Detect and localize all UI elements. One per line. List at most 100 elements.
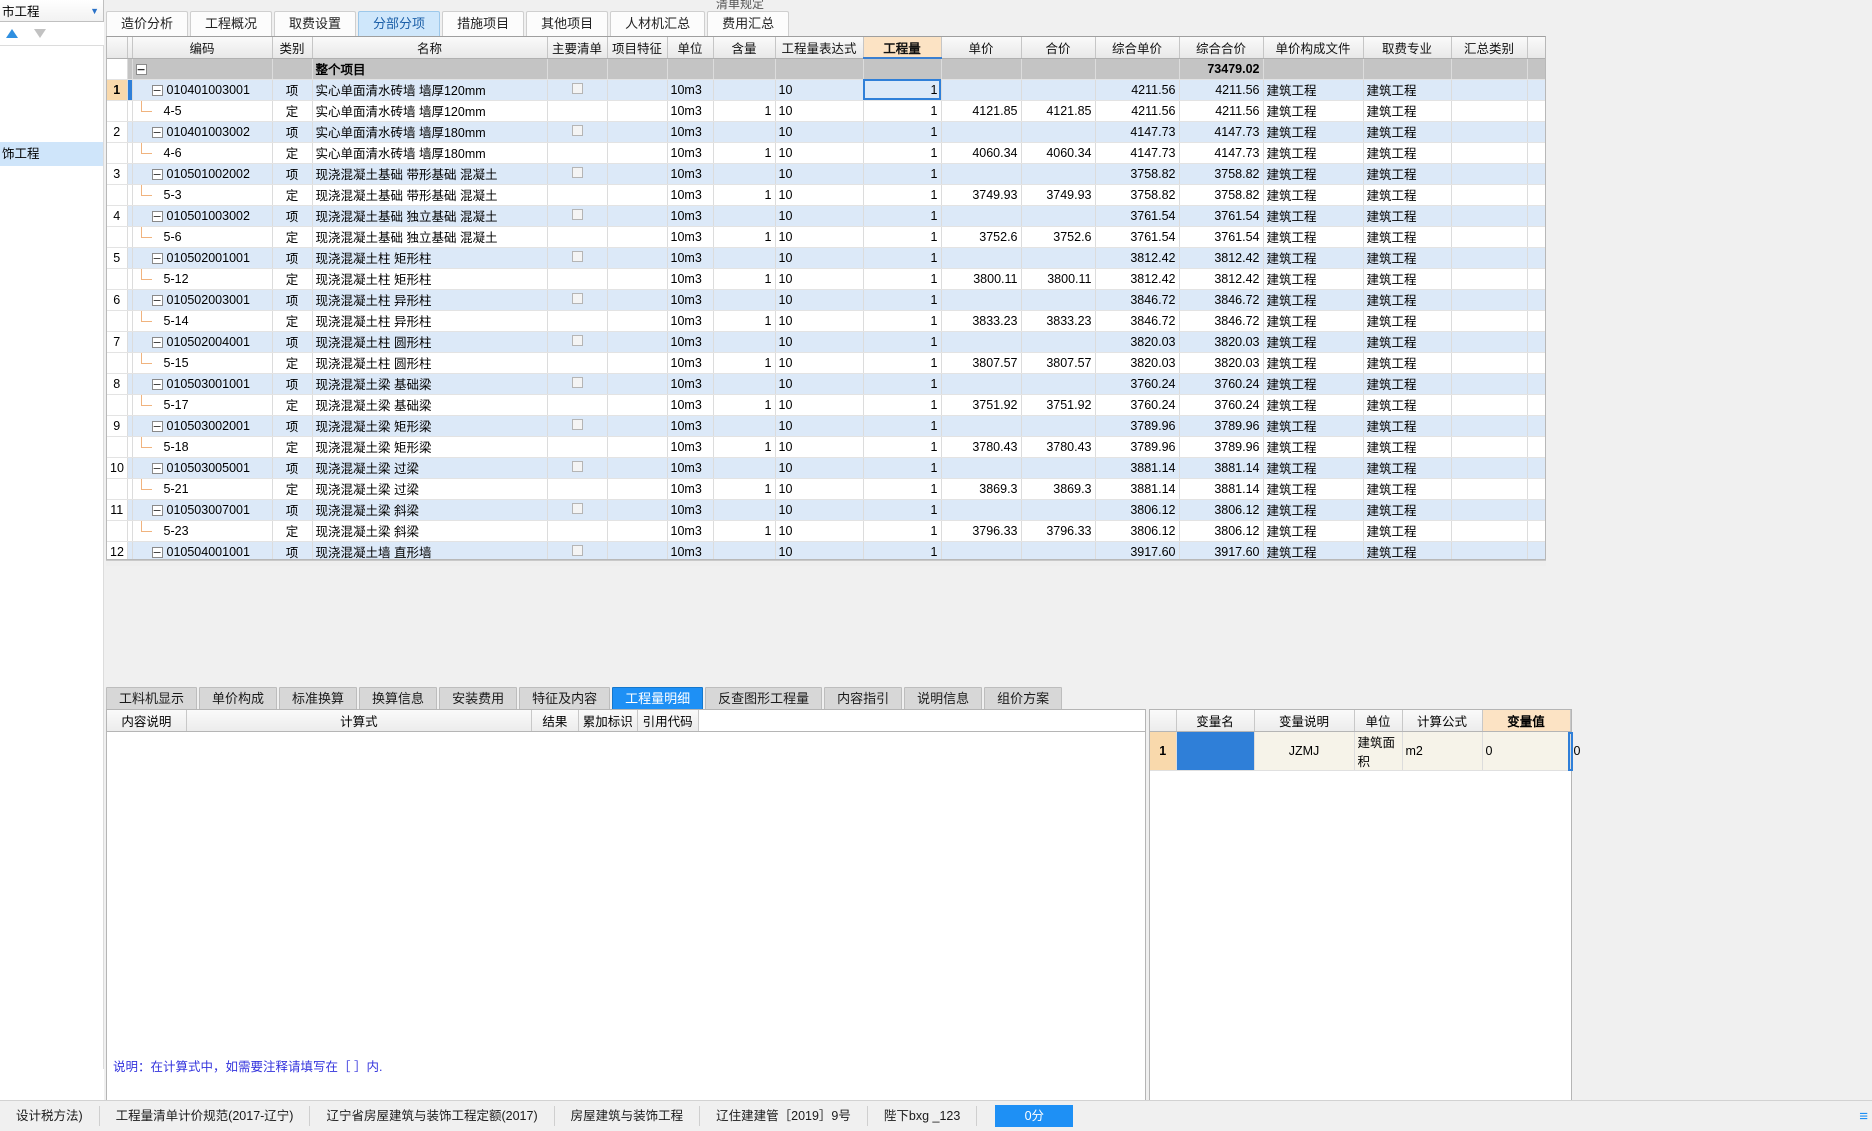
row-index[interactable]: 2 [107, 121, 128, 143]
cell-mainlist[interactable] [547, 457, 608, 479]
variable-col-header-1[interactable]: 变量名 [1176, 710, 1255, 732]
cell-name[interactable]: 实心单面清水砖墙 墙厚120mm [312, 79, 548, 101]
cell-name[interactable]: 现浇混凝土梁 过梁 [312, 478, 548, 500]
cell-unit[interactable]: 10m3 [667, 268, 714, 290]
cell-remark[interactable] [1527, 142, 1545, 164]
cell-code[interactable]: −010503007001 [132, 499, 273, 521]
cell-content[interactable]: 1 [713, 478, 776, 500]
cell-code[interactable]: −010503005001 [132, 457, 273, 479]
cell-total[interactable]: 3780.43 [1021, 436, 1096, 458]
cell-compprice[interactable]: 4211.56 [1095, 79, 1180, 101]
cell-comptotal[interactable]: 3846.72 [1179, 289, 1264, 311]
cell-name[interactable]: 现浇混凝土基础 带形基础 混凝土 [312, 163, 548, 185]
cell-unit[interactable]: 10m3 [667, 142, 714, 164]
cell-total[interactable]: 4121.85 [1021, 100, 1096, 122]
cell-feature[interactable] [607, 121, 668, 143]
cell-content[interactable] [713, 289, 776, 311]
col-header-feature[interactable]: 项目特征 [607, 37, 668, 59]
cell-name[interactable]: 现浇混凝土基础 独立基础 混凝土 [312, 226, 548, 248]
cell-total[interactable] [1021, 415, 1096, 437]
cell-pricefile[interactable]: 建筑工程 [1263, 520, 1364, 542]
detail-col-header-1[interactable]: 计算式 [186, 710, 533, 732]
variable-col-header-5[interactable]: 变量值 [1482, 710, 1571, 732]
cell-mainlist[interactable] [547, 478, 608, 500]
cell-compprice[interactable] [1095, 58, 1180, 80]
cell-content[interactable] [713, 79, 776, 101]
row-index[interactable]: 9 [107, 415, 128, 437]
cell-remark[interactable] [1527, 331, 1545, 353]
cell-compprice[interactable]: 3760.24 [1095, 373, 1180, 395]
cell-mainlist[interactable] [547, 247, 608, 269]
cell-content[interactable] [713, 373, 776, 395]
cell-feepro[interactable]: 建筑工程 [1363, 541, 1452, 559]
cell-price[interactable] [941, 415, 1022, 437]
main-list-checkbox[interactable] [571, 376, 583, 388]
cell-total[interactable] [1021, 205, 1096, 227]
cell-code[interactable]: 4-5 [132, 100, 273, 122]
cell-total[interactable] [1021, 121, 1096, 143]
cell-compprice[interactable]: 3812.42 [1095, 247, 1180, 269]
cell-sumtype[interactable] [1451, 352, 1528, 374]
cell-comptotal[interactable]: 3789.96 [1179, 415, 1264, 437]
collapse-icon[interactable]: − [151, 504, 163, 516]
status-item-4[interactable]: 辽住建建管［2019］9号 [700, 1106, 868, 1126]
cell-content[interactable]: 1 [713, 142, 776, 164]
project-tree-item[interactable] [0, 94, 103, 118]
row-index[interactable]: 8 [107, 373, 128, 395]
cell-compprice[interactable]: 3846.72 [1095, 310, 1180, 332]
score-badge[interactable]: 0分 [995, 1105, 1074, 1127]
detail-col-header-4[interactable]: 引用代码 [637, 710, 699, 732]
cell-sumtype[interactable] [1451, 205, 1528, 227]
cell-mainlist[interactable] [547, 205, 608, 227]
cell-name[interactable]: 现浇混凝土梁 基础梁 [312, 394, 548, 416]
cell-comptotal[interactable]: 3758.82 [1179, 163, 1264, 185]
table-row[interactable]: 2−010401003002 项实心单面清水砖墙 墙厚180mm 10m3 10 1 41… [107, 121, 1545, 143]
cell-remark[interactable] [1527, 58, 1545, 80]
row-index[interactable] [107, 310, 128, 332]
cell-qty[interactable]: 1 [863, 268, 942, 290]
cell-mainlist[interactable] [547, 394, 608, 416]
cell-qty[interactable]: 1 [863, 100, 942, 122]
cell-category[interactable]: 定 [272, 310, 313, 332]
cell-remark[interactable] [1527, 163, 1545, 185]
cell-feepro[interactable]: 建筑工程 [1363, 142, 1452, 164]
cell-total[interactable] [1021, 457, 1096, 479]
cell-sumtype[interactable] [1451, 100, 1528, 122]
cell-pricefile[interactable]: 建筑工程 [1263, 121, 1364, 143]
col-header-qty[interactable]: 工程量 [863, 37, 942, 59]
col-header-unit[interactable]: 单位 [667, 37, 714, 59]
cell-compprice[interactable]: 3806.12 [1095, 520, 1180, 542]
cell-price[interactable]: 3749.93 [941, 184, 1022, 206]
cell-category[interactable]: 项 [272, 289, 313, 311]
cell-mainlist[interactable] [547, 289, 608, 311]
cell-price[interactable] [941, 457, 1022, 479]
cell-comptotal[interactable]: 3881.14 [1179, 457, 1264, 479]
cell-mainlist[interactable] [547, 58, 608, 80]
cell-comptotal[interactable]: 3812.42 [1179, 268, 1264, 290]
cell-qty[interactable]: 1 [863, 520, 942, 542]
cell-pricefile[interactable]: 建筑工程 [1263, 352, 1364, 374]
cell-comptotal[interactable]: 73479.02 [1179, 58, 1264, 80]
cell-feature[interactable] [607, 226, 668, 248]
table-row[interactable]: 4-6 定实心单面清水砖墙 墙厚180mm 10m3 1 10 1 4060.34 4060.… [107, 142, 1545, 164]
cell-comptotal[interactable]: 3820.03 [1179, 352, 1264, 374]
cell-pricefile[interactable]: 建筑工程 [1263, 142, 1364, 164]
cell-comptotal[interactable]: 4211.56 [1179, 79, 1264, 101]
cell-remark[interactable] [1527, 373, 1545, 395]
cell-qty[interactable]: 1 [863, 478, 942, 500]
cell-expr[interactable]: 10 [775, 415, 864, 437]
row-index[interactable] [107, 58, 128, 80]
cell-category[interactable]: 项 [272, 79, 313, 101]
cell-compprice[interactable]: 3758.82 [1095, 163, 1180, 185]
cell-feature[interactable] [607, 100, 668, 122]
cell-code[interactable]: −010501003002 [132, 205, 273, 227]
table-row[interactable]: 11−010503007001 项现浇混凝土梁 斜梁 10m3 10 1 3806.12 3… [107, 499, 1545, 521]
cell-comptotal[interactable]: 3761.54 [1179, 205, 1264, 227]
table-row[interactable]: 5-23 定现浇混凝土梁 斜梁 10m3 1 10 1 3796.33 3796.33 3806… [107, 520, 1545, 542]
collapse-icon[interactable]: − [151, 420, 163, 432]
cell-unit[interactable]: 10m3 [667, 478, 714, 500]
cell-feature[interactable] [607, 331, 668, 353]
cell-unit[interactable]: 10m3 [667, 331, 714, 353]
cell-price[interactable]: 4121.85 [941, 100, 1022, 122]
cell-total[interactable] [1021, 247, 1096, 269]
